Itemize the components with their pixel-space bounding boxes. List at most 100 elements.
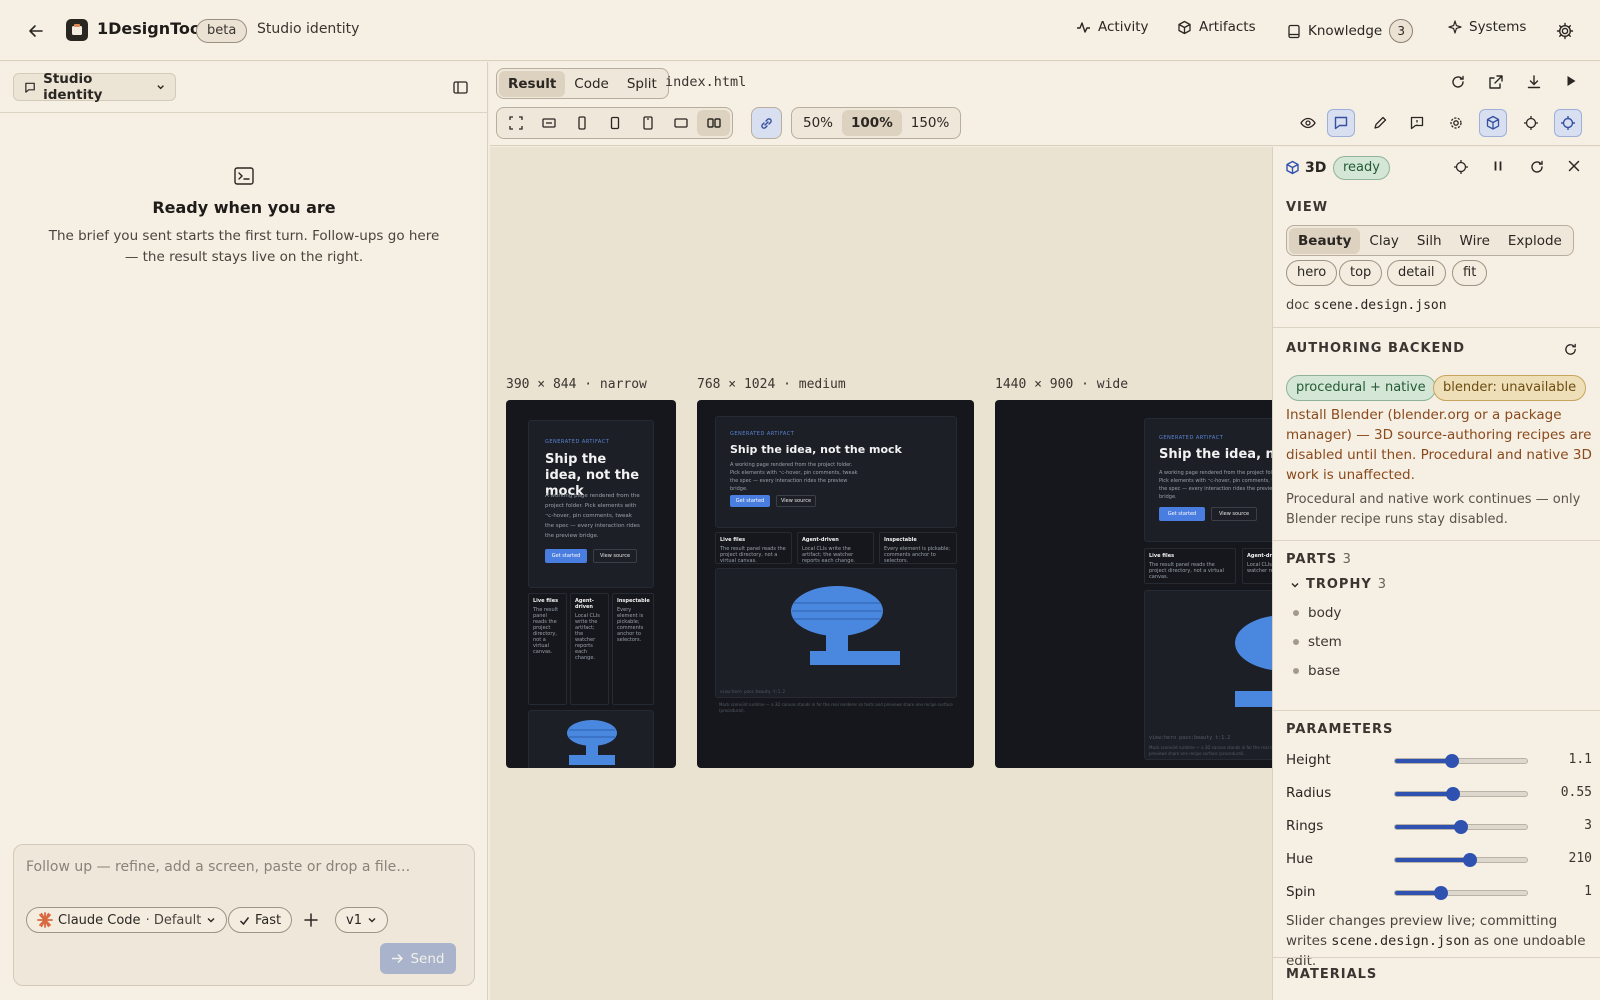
play-icon[interactable] [1564, 74, 1578, 88]
camera-hero[interactable]: hero [1286, 260, 1338, 286]
cube-icon [1285, 160, 1300, 175]
height-slider[interactable] [1394, 754, 1528, 768]
eyebrow: GENERATED ARTIFACT [1159, 435, 1224, 441]
mode-code[interactable]: Code [565, 71, 618, 97]
tablet-icon[interactable] [631, 110, 664, 136]
mode-result[interactable]: Result [499, 70, 566, 97]
parts-count: 3 [1342, 552, 1352, 567]
part-group-trophy[interactable]: TROPHY 3 [1290, 577, 1387, 592]
camera-top[interactable]: top [1339, 260, 1383, 286]
nav-knowledge[interactable]: Knowledge 3 [1287, 19, 1414, 43]
view-source-button[interactable]: View source [1211, 507, 1257, 521]
follow-up-input[interactable] [26, 855, 456, 879]
version-selector[interactable]: v1 [335, 907, 388, 933]
pencil-icon[interactable] [1366, 109, 1394, 137]
target-icon[interactable] [1554, 109, 1582, 137]
hue-slider[interactable] [1394, 853, 1528, 867]
3d-viewer[interactable]: view:hero pass:beauty t:1.2 Mock scene3d… [1144, 590, 1272, 760]
get-started-button[interactable]: Get started [1159, 507, 1205, 521]
refresh-icon[interactable] [1450, 74, 1466, 90]
composer: Claude Code · Default Fast v1 Send [13, 844, 475, 986]
status-badge: ready [1333, 156, 1390, 180]
part-item[interactable]: base [1293, 663, 1340, 679]
model-variant: · Default [145, 912, 202, 928]
spin-slider[interactable] [1394, 886, 1528, 900]
eyebrow: GENERATED ARTIFACT [545, 439, 610, 445]
camera-fit[interactable]: fit [1452, 260, 1488, 286]
zoom-100[interactable]: 100% [842, 110, 902, 136]
feature-card: Inspectable Every element is pickable; co… [879, 532, 957, 564]
render-silhouette[interactable]: Silh [1408, 228, 1451, 254]
mode-split[interactable]: Split [618, 71, 666, 97]
nav-artifacts-label: Artifacts [1199, 19, 1256, 35]
wide-preview-frame[interactable]: GENERATED ARTIFACT Ship the idea, not th… [995, 400, 1272, 768]
refresh-icon[interactable] [1563, 342, 1578, 357]
zoom-150[interactable]: 150% [902, 110, 959, 136]
view-source-button[interactable]: View source [593, 549, 637, 563]
frame-size-label: 390 × 844 · narrow [506, 377, 647, 392]
open-external-icon[interactable] [1488, 74, 1504, 90]
multi-device-icon[interactable] [697, 110, 730, 136]
link-icon[interactable] [751, 107, 782, 139]
cube-3d-icon[interactable] [1479, 109, 1507, 137]
comment-icon[interactable] [1327, 109, 1355, 137]
hero-body: A working page rendered from the project… [545, 493, 640, 539]
render-explode[interactable]: Explode [1499, 228, 1571, 254]
medium-preview-frame[interactable]: GENERATED ARTIFACT Ship the idea, not th… [697, 400, 974, 768]
part-item[interactable]: body [1293, 605, 1341, 621]
narrow-preview-frame[interactable]: GENERATED ARTIFACT Ship the idea, not th… [506, 400, 676, 768]
phone-icon[interactable] [565, 110, 598, 136]
param-radius: Radius 0.55 [1286, 785, 1592, 801]
sidebar-toggle-icon[interactable] [450, 77, 470, 97]
camera-detail[interactable]: detail [1387, 260, 1446, 286]
conversation-select[interactable]: Studio identity [13, 71, 176, 103]
fit-width-icon[interactable] [532, 110, 565, 136]
phone-large-icon[interactable] [598, 110, 631, 136]
rings-slider[interactable] [1394, 820, 1528, 834]
blender-warning: Install Blender (blender.org or a packag… [1286, 407, 1592, 483]
crosshair-icon[interactable] [1453, 159, 1469, 175]
crosshair-icon[interactable] [1517, 109, 1545, 137]
nav-artifacts[interactable]: Artifacts [1177, 19, 1256, 35]
eye-icon[interactable] [1294, 109, 1322, 137]
send-button[interactable]: Send [380, 943, 456, 974]
pause-icon[interactable] [1491, 159, 1505, 173]
back-arrow-icon[interactable] [24, 19, 48, 43]
render-clay[interactable]: Clay [1360, 228, 1407, 254]
footnote: Mock scene3d runtime — a 3D canvas stand… [1149, 745, 1272, 756]
tablet-landscape-icon[interactable] [664, 110, 697, 136]
zoom-switch: 50% 100% 150% [791, 107, 962, 139]
settings-gear-icon[interactable] [1442, 109, 1470, 137]
zoom-50[interactable]: 50% [794, 110, 842, 136]
chevron-down-icon [207, 918, 215, 923]
hero-headline: Ship the idea, not the mock [1159, 447, 1272, 462]
fast-toggle[interactable]: Fast [228, 907, 293, 933]
comment-alert-icon[interactable] [1403, 109, 1431, 137]
nav-activity[interactable]: Activity [1076, 19, 1149, 35]
chevron-down-icon [157, 85, 164, 90]
add-attachment-icon[interactable] [302, 911, 320, 929]
backend-unavailable-badge: blender: unavailable [1433, 375, 1587, 401]
eyebrow: GENERATED ARTIFACT [730, 431, 795, 437]
model-selector[interactable]: Claude Code · Default [26, 907, 228, 933]
download-icon[interactable] [1526, 74, 1542, 90]
render-beauty[interactable]: Beauty [1289, 227, 1361, 254]
fast-label: Fast [255, 912, 282, 928]
chat-pane: Studio identity Ready when you are The b… [0, 62, 488, 1000]
nav-systems[interactable]: Systems [1448, 19, 1526, 35]
project-title: Studio identity [257, 21, 360, 37]
3d-viewer[interactable] [528, 710, 654, 768]
part-item[interactable]: stem [1293, 634, 1342, 650]
fit-frame-icon[interactable] [499, 110, 532, 136]
refresh-icon[interactable] [1529, 159, 1545, 175]
3d-viewer[interactable]: view:hero pass:beauty t:1.2 [715, 568, 957, 698]
feature-card: Live files The result panel reads the pro… [528, 593, 567, 705]
close-icon[interactable] [1567, 159, 1581, 173]
radius-slider[interactable] [1394, 787, 1528, 801]
render-wire[interactable]: Wire [1451, 228, 1499, 254]
get-started-button[interactable]: Get started [730, 495, 770, 507]
get-started-button[interactable]: Get started [545, 549, 587, 563]
chevron-down-icon [368, 918, 376, 923]
view-source-button[interactable]: View source [776, 495, 816, 507]
settings-gear-icon[interactable] [1553, 19, 1577, 43]
